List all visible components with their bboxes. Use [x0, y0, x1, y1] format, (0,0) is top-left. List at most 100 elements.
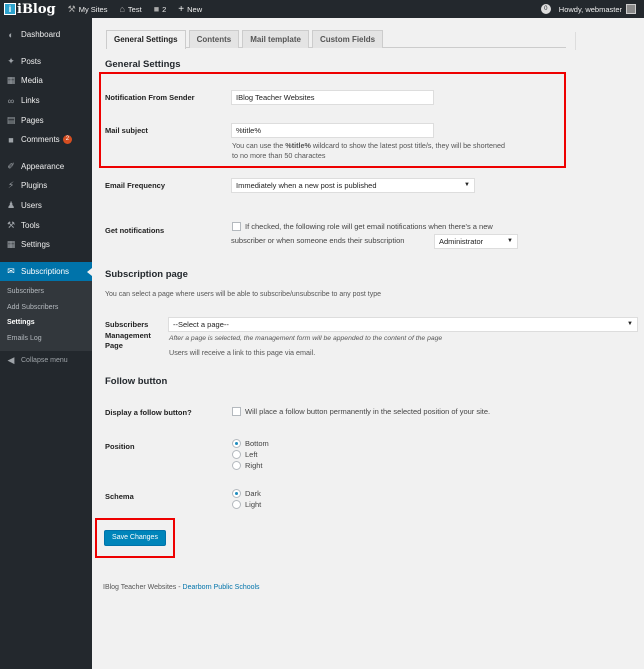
comment-icon: ■ [153, 4, 160, 14]
new-content-menu[interactable]: + New [178, 4, 202, 15]
general-settings-heading: General Settings [105, 59, 181, 70]
main-content: General Settings Contents Mail template … [92, 18, 644, 669]
display-follow-desc: Will place a follow button permanently i… [245, 407, 491, 416]
subscriptions-submenu: Subscribers Add Subscribers Settings Ema… [0, 281, 92, 351]
follow-button-heading: Follow button [105, 376, 168, 387]
howdy-text[interactable]: Howdy, webmaster [559, 5, 622, 14]
schema-radio-light[interactable] [232, 500, 241, 509]
schema-label: Schema [105, 492, 134, 501]
chevron-down-icon: ▼ [464, 182, 470, 188]
tab-general-settings[interactable]: General Settings [106, 30, 186, 49]
site-name-menu[interactable]: ⌂ Test [119, 4, 141, 14]
wrench-icon: ⚒ [6, 219, 16, 230]
sidebar-item-label: Dashboard [21, 30, 61, 40]
frequency-select[interactable]: Immediately when a new post is published… [231, 178, 475, 193]
comments-count: 2 [162, 4, 167, 14]
my-sites-menu[interactable]: ⚒ My Sites [68, 4, 108, 15]
subject-label: Mail subject [105, 126, 148, 135]
submenu-add-subscribers[interactable]: Add Subscribers [0, 300, 92, 316]
role-select[interactable]: Administrator ▼ [434, 234, 518, 249]
sidebar-item-label: Comments [21, 135, 60, 145]
collapse-icon: ◀ [7, 354, 15, 365]
management-label-line3: Page [105, 341, 123, 350]
user-icon: ♟ [6, 200, 16, 211]
footer-text: IBlog Teacher Websites - [103, 584, 183, 591]
pin-icon: ✦ [7, 55, 15, 66]
sidebar-item-links[interactable]: ∞ Links [0, 91, 92, 111]
plugin-icon: ⚡ [7, 180, 15, 191]
submenu-settings[interactable]: Settings [0, 315, 92, 331]
management-label-line1: Subscribers [105, 320, 149, 329]
sidebar-item-label: Appearance [21, 161, 65, 171]
sidebar-item-label: Settings [21, 240, 50, 250]
submenu-emails-log[interactable]: Emails Log [0, 331, 92, 347]
management-label-line2: Management [105, 330, 151, 340]
sidebar-item-subscriptions[interactable]: ✉ Subscriptions [0, 261, 92, 282]
display-follow-label: Display a follow button? [105, 408, 192, 417]
link-icon: ∞ [7, 95, 15, 106]
position-left-label: Left [245, 450, 258, 459]
position-label: Position [105, 442, 135, 451]
subscription-page-heading: Subscription page [105, 269, 188, 280]
sender-input[interactable]: IBlog Teacher Websites [231, 90, 434, 105]
sidebar-item-tools[interactable]: ⚒ Tools [0, 215, 92, 235]
new-label: New [187, 4, 203, 14]
sidebar-item-settings[interactable]: ▦ Settings [0, 235, 92, 255]
sender-label: Notification From Sender [105, 93, 195, 102]
subject-desc-part3: to no more than 50 charactes [232, 151, 326, 160]
plus-icon: + [178, 3, 185, 15]
management-page-label: Subscribers Management Page [105, 320, 151, 352]
sidebar-item-dashboard[interactable]: ◐ Dashboard [0, 25, 92, 45]
site-name-label: Test [127, 4, 142, 14]
sidebar-item-label: Tools [21, 220, 40, 230]
sidebar-item-label: Media [21, 76, 43, 86]
footer-link[interactable]: Dearborn Public Schools [183, 584, 260, 591]
settings-icon: ▦ [6, 239, 16, 250]
chevron-down-icon: ▼ [507, 238, 513, 244]
subscription-page-intro: You can select a page where users will b… [105, 291, 382, 298]
chevron-down-icon: ▼ [627, 321, 633, 327]
position-radio-bottom[interactable] [232, 439, 241, 448]
sidebar-item-label: Links [21, 96, 40, 106]
comments-menu[interactable]: ■ 2 [154, 4, 167, 14]
comment-icon: ■ [8, 134, 14, 145]
schema-dark-label: Dark [245, 489, 261, 498]
submenu-subscribers[interactable]: Subscribers [0, 284, 92, 300]
sidebar-item-plugins[interactable]: ⚡ Plugins [0, 176, 92, 196]
management-page-select[interactable]: --Select a page-- ▼ [168, 317, 638, 332]
wrench-icon: ⚒ [67, 3, 76, 14]
position-right-label: Right [245, 461, 263, 470]
my-sites-label: My Sites [78, 4, 108, 14]
sidebar-item-label: Subscriptions [21, 266, 70, 276]
notifications-checkbox[interactable] [232, 222, 241, 231]
subject-desc-part1: You can use the [232, 141, 284, 150]
divider [575, 32, 576, 50]
role-value: Administrator [439, 237, 484, 246]
position-radio-left[interactable] [232, 450, 241, 459]
subject-input[interactable]: %title% [231, 123, 434, 138]
tab-contents[interactable]: Contents [188, 30, 240, 48]
avatar[interactable] [626, 4, 636, 14]
logo-mark-icon: i [4, 3, 16, 15]
tab-custom-fields[interactable]: Custom Fields [311, 30, 384, 48]
notifications-badge[interactable]: 0 [540, 4, 551, 14]
sidebar-item-media[interactable]: ▦ Media [0, 71, 92, 91]
sidebar-item-users[interactable]: ♟ Users [0, 196, 92, 216]
sidebar-item-label: Posts [21, 56, 42, 66]
save-changes-button[interactable]: Save Changes [104, 530, 166, 546]
position-bottom-label: Bottom [245, 439, 269, 448]
site-logo[interactable]: i iBlog [4, 0, 56, 18]
sidebar-item-pages[interactable]: ▤ Pages [0, 110, 92, 130]
home-icon: ⌂ [119, 4, 125, 14]
tab-mail-template[interactable]: Mail template [242, 30, 309, 48]
schema-radio-dark[interactable] [232, 489, 241, 498]
display-follow-checkbox[interactable] [232, 407, 241, 416]
settings-tabs: General Settings Contents Mail template … [106, 30, 566, 49]
position-radio-right[interactable] [232, 461, 241, 470]
brush-icon: ✐ [7, 160, 15, 171]
sidebar-item-posts[interactable]: ✦ Posts [0, 52, 92, 72]
sidebar-item-comments[interactable]: ■ Comments 2 [0, 130, 92, 150]
sidebar-item-appearance[interactable]: ✐ Appearance [0, 157, 92, 177]
management-page-note: After a page is selected, the management… [169, 335, 443, 342]
collapse-menu-button[interactable]: ◀ Collapse menu [0, 351, 92, 371]
